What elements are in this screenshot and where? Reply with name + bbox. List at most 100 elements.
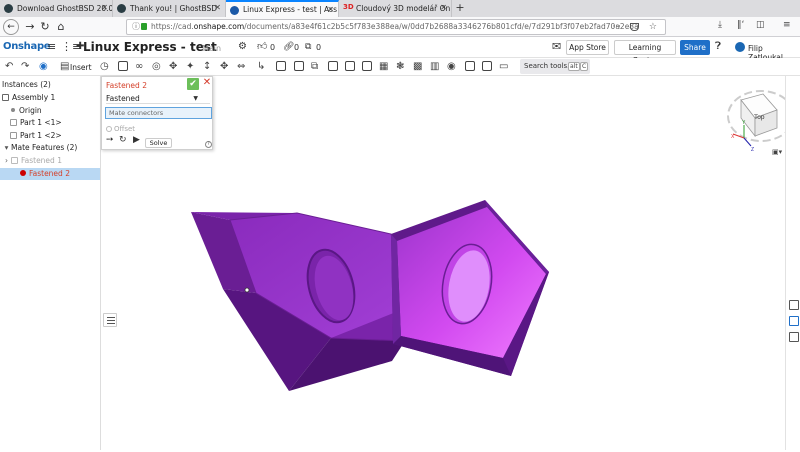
copy-icon[interactable]: ⧉ (305, 41, 311, 53)
linear-relation-icon[interactable]: ▦ (379, 61, 388, 72)
onshape-logo[interactable]: Onshape (3, 41, 51, 52)
search-tools-input[interactable]: Search tools... alt C (520, 59, 590, 74)
explode-view-icon[interactable]: ▭ (499, 61, 508, 72)
circular-pattern-icon[interactable]: ◉ (447, 61, 456, 72)
browser-tab-onshape[interactable]: Linux Express - test | Ass ✕ (226, 0, 339, 17)
comments-icon[interactable]: ✉ (552, 41, 561, 53)
slider-mate-icon[interactable]: ↕ (203, 61, 211, 72)
info-icon[interactable]: ⓘ (132, 20, 140, 34)
close-tab-icon[interactable]: ✕ (327, 5, 334, 14)
undo-icon[interactable]: ↶ (5, 61, 13, 72)
mate-connectors-field[interactable]: Mate connectors (105, 107, 212, 119)
rack-pinion-icon[interactable] (345, 61, 355, 71)
close-tab-icon[interactable]: ✕ (101, 3, 108, 12)
revolute-mate-icon[interactable]: ✦ (186, 61, 194, 72)
fastened-mate-icon[interactable]: ✥ (169, 61, 177, 72)
close-tab-icon[interactable]: ✕ (214, 3, 221, 12)
chevron-right-icon[interactable]: › (2, 155, 11, 167)
width-mate-icon[interactable]: ❃ (396, 61, 404, 72)
part-instance-1-item[interactable]: Part 1 <1> (10, 117, 110, 129)
origin-item[interactable]: Origin (10, 105, 110, 117)
section-view-icon[interactable] (482, 61, 492, 71)
like-icon[interactable]: 👍︎ (257, 41, 267, 53)
offset-checkbox[interactable]: Offset (106, 125, 135, 133)
version-graph-icon[interactable]: ⚙ (238, 41, 247, 53)
share-button[interactable]: Share (680, 40, 710, 55)
sidebar-toggle-icon[interactable]: ◫ (756, 20, 765, 30)
insert-icon[interactable]: ▤ (60, 61, 69, 72)
menu-icon[interactable]: ≡ (783, 20, 791, 30)
learning-center-button[interactable]: Learning Center (614, 40, 676, 65)
replicate-icon[interactable] (118, 61, 128, 71)
animate-icon[interactable]: ↻ (119, 135, 127, 145)
downloads-icon[interactable]: ⤓ (718, 20, 722, 30)
parallel-mate-icon[interactable] (294, 61, 304, 71)
branch-name: Main (202, 44, 222, 53)
part-instance-2-item[interactable]: Part 1 <2> (10, 130, 110, 142)
forward-button[interactable]: → (22, 19, 38, 35)
redo-icon[interactable]: ↷ (21, 61, 29, 72)
tab-label: Linux Express - test | Ass (243, 5, 337, 14)
fastened-mate-icon (11, 157, 18, 164)
play-icon[interactable]: ▶ (133, 135, 140, 145)
reload-button[interactable]: ↻ (37, 19, 53, 35)
pin-icon[interactable]: ➙ (106, 135, 114, 145)
appearance-panel-icon[interactable] (789, 316, 799, 326)
browser-tab-ghostbsd-thanks[interactable]: Thank you! | GhostBSD ✕ (113, 0, 226, 17)
confirm-check-icon[interactable]: ✔ (187, 78, 199, 90)
fastened-1-item[interactable]: › Fastened 1 (2, 155, 102, 167)
part-1-instance-2[interactable] (391, 200, 549, 376)
tab-label: Cloudový 3D modelář On (356, 4, 451, 13)
browser-tab-cloud-3d[interactable]: 3D Cloudový 3D modelář On ✕ (339, 0, 452, 17)
configuration-panel-icon[interactable] (789, 332, 799, 342)
origin-label: Origin (19, 106, 42, 115)
group-icon[interactable]: ∞ (135, 61, 143, 72)
fastened-2-item[interactable]: Fastened 2 (0, 168, 100, 180)
mate-group-icon[interactable]: ▩ (413, 61, 422, 72)
offset-label: Offset (114, 125, 136, 133)
browser-tab-ghostbsd-download[interactable]: Download GhostBSD 20.0 ✕ (0, 0, 113, 17)
sync-icon[interactable]: ◉ (39, 61, 48, 72)
page-actions-icon[interactable]: ··· (612, 20, 621, 34)
link-icon[interactable]: 🔗︎ (283, 41, 294, 53)
tangent-mate-icon[interactable]: ⧉ (311, 61, 318, 72)
mate-connector-point[interactable] (244, 287, 250, 293)
app-store-button[interactable]: App Store (566, 40, 609, 55)
measure-icon[interactable] (465, 61, 475, 71)
solve-button[interactable]: Solve (145, 138, 172, 148)
mate-connector-icon[interactable]: ◎ (152, 61, 161, 72)
avatar[interactable] (735, 42, 745, 52)
library-icon[interactable]: ‖‘ (737, 20, 744, 30)
back-button[interactable]: ← (3, 19, 19, 35)
url-bar[interactable]: ⓘ https://cad.onshape.com/documents/a83e… (126, 19, 666, 35)
help-icon[interactable]: ❓︎ (715, 41, 721, 53)
screw-relation-icon[interactable] (362, 61, 372, 71)
pocket-icon[interactable] (630, 23, 639, 31)
hamburger-menu-icon[interactable]: ≡ (47, 41, 56, 53)
list-panel-icon[interactable] (103, 313, 117, 327)
time-icon[interactable]: ◷ (100, 61, 109, 72)
bookmark-star-icon[interactable]: ☆ (649, 20, 657, 34)
cancel-close-icon[interactable]: ✕ (201, 77, 213, 89)
mate-features-heading[interactable]: ▾ Mate Features (2) (2, 142, 102, 154)
mate-type-select[interactable]: Fastened ▼ (106, 93, 210, 104)
chevron-down-icon[interactable]: ▾ (2, 142, 11, 154)
new-tab-button[interactable]: + (452, 0, 468, 17)
planar-mate-icon[interactable]: ✥ (220, 61, 228, 72)
gear-relation-icon[interactable] (328, 61, 338, 71)
part-1-instance-1[interactable] (191, 212, 412, 391)
linear-pattern-icon[interactable]: ▥ (430, 61, 439, 72)
properties-panel-icon[interactable] (789, 300, 799, 310)
cylindrical-mate-icon[interactable]: ⇔ (237, 61, 245, 72)
help-icon[interactable]: ? (205, 141, 212, 148)
close-tab-icon[interactable]: ✕ (440, 3, 447, 12)
insert-button-label[interactable]: Insert (70, 63, 92, 72)
document-title[interactable]: Linux Express - test (83, 40, 217, 54)
view-options-icon[interactable]: ▣▾ (772, 148, 782, 156)
pin-slot-mate-icon[interactable]: ↳ (257, 61, 265, 72)
assembly-item[interactable]: Assembly 1 (2, 92, 102, 104)
part-2-label: Part 1 <2> (20, 131, 62, 140)
ball-mate-icon[interactable] (276, 61, 286, 71)
error-icon (20, 170, 26, 176)
home-icon[interactable]: ⌂ (53, 19, 69, 35)
